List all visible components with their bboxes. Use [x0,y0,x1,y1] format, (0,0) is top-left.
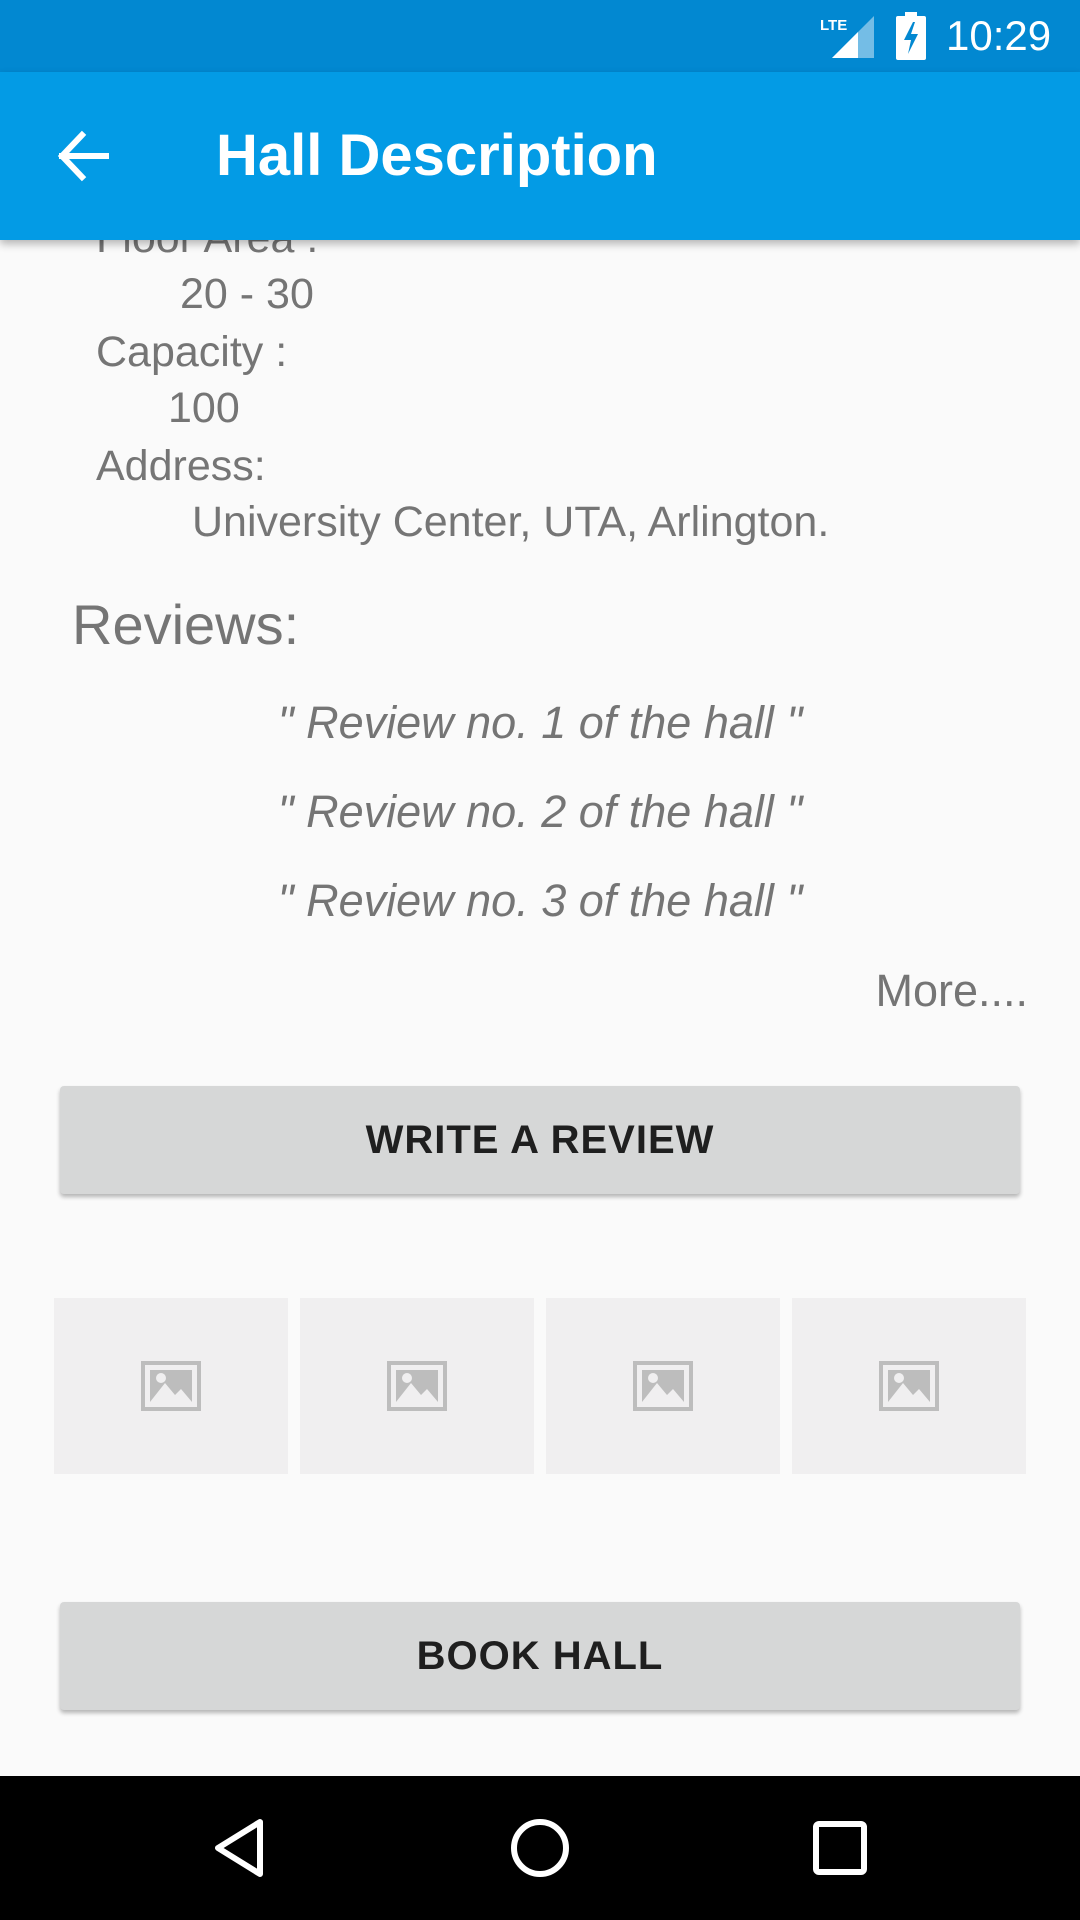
gallery-thumbnail[interactable] [54,1298,288,1474]
battery-charging-icon [896,12,926,60]
gallery-thumbnail[interactable] [300,1298,534,1474]
more-reviews-link[interactable]: More.... [875,962,1028,1020]
page-title: Hall Description [216,123,658,188]
address-label: Address: [96,442,266,490]
review-item: " Review no. 2 of the hall " [277,786,803,837]
review-item: " Review no. 3 of the hall " [277,875,803,926]
nav-home-icon[interactable] [504,1812,576,1884]
arrow-back-icon[interactable] [54,126,114,186]
write-review-button[interactable]: WRITE A REVIEW [60,1086,1020,1194]
nav-recents-icon[interactable] [804,1812,876,1884]
status-time: 10:29 [946,12,1052,59]
image-placeholder-icon [633,1361,693,1411]
image-placeholder-icon [141,1361,201,1411]
hall-details-content[interactable]: Floor Area : 20 - 30 Capacity : 100 Addr… [0,240,1080,1776]
floor-area-label: Floor Area : [96,240,318,266]
hall-description-screen: LTE 10:29 Hall Description Floor Area : … [0,0,1080,1920]
book-hall-button[interactable]: BOOK HALL [60,1602,1020,1710]
gallery-thumbnail[interactable] [546,1298,780,1474]
image-placeholder-icon [387,1361,447,1411]
image-placeholder-icon [879,1361,939,1411]
capacity-label: Capacity : [96,328,288,376]
address-value: University Center, UTA, Arlington. [192,498,830,546]
hall-image-gallery [54,1298,1026,1474]
reviews-heading: Reviews: [72,593,300,656]
status-bar: LTE 10:29 [0,0,1080,72]
floor-area-value: 20 - 30 [180,270,314,318]
gallery-thumbnail[interactable] [792,1298,1026,1474]
nav-back-icon[interactable] [204,1812,276,1884]
capacity-value: 100 [168,384,240,432]
review-item: " Review no. 1 of the hall " [277,697,803,748]
lte-signal-icon: LTE [820,16,874,58]
system-nav-bar [0,1776,1080,1920]
app-bar: Hall Description [0,72,1080,240]
lte-label: LTE [820,17,847,34]
